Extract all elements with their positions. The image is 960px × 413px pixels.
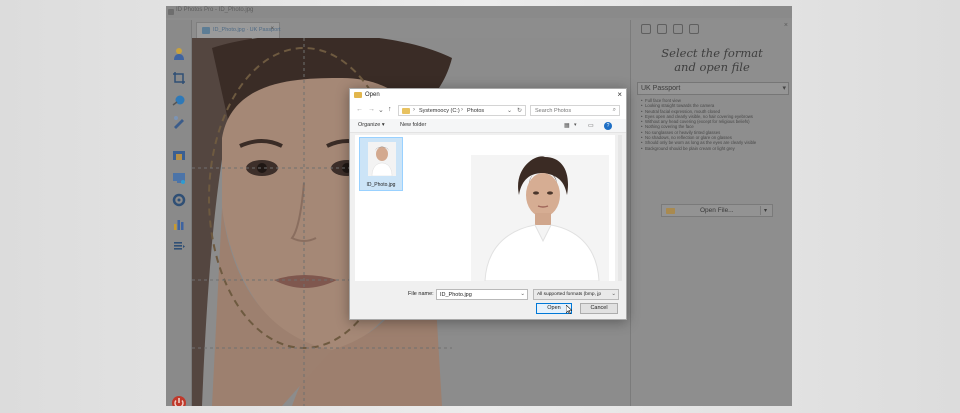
dialog-titlebar: Open × (350, 89, 626, 102)
file-name-value: ID_Photo.jpg (440, 292, 472, 298)
file-name-label: File name: (408, 291, 434, 297)
document-tab[interactable]: ID_Photo.jpg · UK Passport × (196, 22, 281, 38)
search-box[interactable]: ⌕ (530, 105, 620, 116)
preview-pane-icon[interactable]: ▭ (588, 122, 594, 129)
view-controls: ▦ ▾ ▭ ? (564, 121, 620, 131)
help-icon[interactable]: ? (604, 122, 612, 130)
forward-arrow-icon[interactable]: → (368, 106, 375, 113)
undo-icon[interactable] (641, 24, 651, 34)
format-panel: × Select the format and open file UK Pas… (630, 20, 792, 406)
app-icon (168, 9, 174, 15)
command-bar: Organize ▾ New folder ▦ ▾ ▭ ? (350, 119, 626, 133)
share-icon[interactable] (673, 24, 683, 34)
address-bar[interactable]: › Systemoocy (C:) › Photos ⌄ ↻ (398, 105, 526, 116)
breadcrumb-folder[interactable]: Photos (467, 108, 484, 114)
left-toolbar (166, 20, 192, 406)
dialog-title: Open (365, 92, 380, 98)
file-thumbnail (368, 142, 396, 176)
chevron-down-icon: ⌄ (611, 291, 616, 297)
breadcrumb-chevron-icon: › (413, 107, 415, 113)
chevron-down-icon: ▾ (782, 85, 786, 92)
chevron-down-icon[interactable]: ▾ (764, 207, 767, 214)
file-type-select[interactable]: All supported formats (bmp, jp ⌄ (533, 289, 619, 300)
panel-close-icon[interactable]: × (784, 22, 788, 29)
app-titlebar: ID Photos Pro - ID_Photo.jpg (166, 6, 792, 18)
open-dialog: Open × ← → ⌄ ↑ › Systemoocy (C:) › Photo… (349, 88, 627, 320)
search-icon: ⌕ (612, 107, 616, 113)
file-name-field[interactable]: ID_Photo.jpg ⌄ (436, 289, 528, 300)
back-arrow-icon[interactable]: ← (356, 106, 363, 113)
cancel-button[interactable]: Cancel (580, 303, 618, 314)
app-title: ID Photos Pro - ID_Photo.jpg (176, 7, 254, 13)
requirement-item: Background should be plain cream or ligh… (641, 146, 789, 152)
chart-icon[interactable] (170, 216, 188, 232)
person-icon[interactable] (170, 46, 188, 62)
file-list-scrollbar[interactable] (617, 135, 623, 281)
search-input[interactable] (535, 107, 605, 115)
mouse-cursor-icon (566, 305, 572, 314)
folder-icon (354, 92, 362, 98)
dialog-close-icon[interactable]: × (617, 90, 622, 99)
copy-icon[interactable] (657, 24, 667, 34)
preview-pane (471, 155, 609, 281)
panel-title: Select the format and open file (631, 46, 792, 74)
background-icon[interactable] (170, 148, 188, 164)
crop-icon[interactable] (170, 70, 188, 86)
scrollbar-thumb[interactable] (618, 135, 622, 281)
photo-icon (202, 27, 210, 34)
recent-chevron-icon[interactable]: ⌄ (378, 106, 384, 114)
file-item-label: ID_Photo.jpg (366, 182, 396, 188)
format-select-value: UK Passport (641, 85, 681, 92)
open-file-button-label: Open File... (700, 207, 734, 214)
globe-icon[interactable] (170, 92, 188, 108)
folder-icon (402, 108, 410, 114)
panel-title-line2: and open file (674, 60, 750, 74)
document-tabbar: ID_Photo.jpg · UK Passport × (192, 20, 634, 38)
file-item[interactable]: ID_Photo.jpg (359, 137, 403, 191)
new-folder-button[interactable]: New folder (400, 122, 426, 128)
open-file-button[interactable]: Open File... ▾ (661, 204, 773, 217)
chevron-down-icon[interactable]: ▾ (574, 122, 577, 128)
chevron-down-icon[interactable]: ⌄ (507, 107, 512, 114)
panel-title-line1: Select the format (661, 46, 763, 60)
address-row: ← → ⌄ ↑ › Systemoocy (C:) › Photos ⌄ ↻ ⌕ (350, 102, 626, 119)
file-type-value: All supported formats (bmp, jp (537, 292, 601, 297)
power-icon[interactable] (170, 394, 188, 406)
requirements-list: Full face front view Looking straight to… (641, 98, 789, 151)
organize-button[interactable]: Organize ▾ (358, 122, 385, 128)
folder-icon (666, 208, 675, 214)
file-list[interactable]: ID_Photo.jpg (355, 135, 615, 281)
settings-gear-icon[interactable] (170, 192, 188, 208)
button-divider (760, 206, 761, 215)
refresh-icon[interactable]: ↻ (517, 107, 522, 114)
monitor-icon[interactable] (170, 170, 188, 186)
chevron-down-icon[interactable]: ⌄ (520, 291, 525, 297)
brush-icon[interactable] (170, 114, 188, 130)
list-icon[interactable] (170, 238, 188, 254)
close-icon[interactable]: × (270, 26, 274, 32)
up-arrow-icon[interactable]: ↑ (388, 106, 392, 113)
breadcrumb-chevron-icon: › (461, 107, 463, 113)
panel-toolbar (639, 22, 789, 36)
view-mode-icon[interactable]: ▦ (564, 122, 570, 129)
breadcrumb-drive[interactable]: Systemoocy (C:) (419, 108, 460, 114)
format-select[interactable]: UK Passport ▾ (637, 82, 789, 95)
print-icon[interactable] (689, 24, 699, 34)
